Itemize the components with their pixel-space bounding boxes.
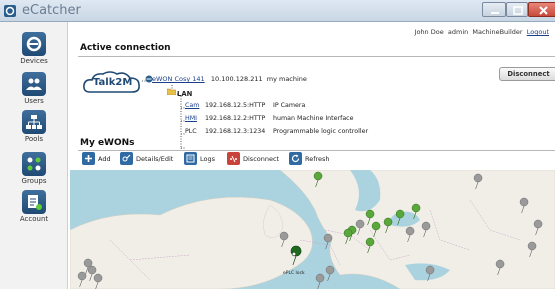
sidebar-item-pools[interactable]: Pools	[0, 110, 68, 143]
lan-label: LAN	[177, 90, 193, 98]
map-marker[interactable]	[313, 171, 323, 188]
user-name: John Doe	[414, 28, 444, 36]
map-marker[interactable]	[371, 221, 381, 238]
disconnect-button[interactable]: Disconnect	[499, 67, 555, 81]
details-icon	[120, 152, 133, 165]
device-name-link[interactable]: Cam	[185, 102, 199, 109]
talk2m-logo: Talk2M	[82, 70, 142, 96]
close-icon	[539, 6, 548, 15]
map-marker[interactable]	[93, 273, 103, 289]
sidebar-item-groups[interactable]: Groups	[0, 152, 68, 185]
map-marker[interactable]	[365, 237, 375, 254]
map-marker[interactable]	[323, 233, 333, 250]
refresh-icon	[289, 152, 302, 165]
device-description: IP Camera	[273, 102, 306, 109]
map-marker[interactable]	[77, 271, 87, 288]
minimize-icon	[491, 12, 499, 14]
map-marker[interactable]	[405, 226, 415, 243]
logs-button[interactable]: Logs	[184, 152, 215, 165]
sidebar-item-devices[interactable]: Devices	[0, 32, 68, 65]
details-edit-button[interactable]: Details/Edit	[120, 152, 173, 165]
selected-marker	[290, 245, 302, 266]
map-marker[interactable]	[533, 219, 543, 236]
minimize-button[interactable]	[482, 2, 506, 17]
map-marker[interactable]	[365, 209, 375, 226]
ewon-entry: eWON Cosy 141 10.100.128.211 my machine	[145, 75, 307, 83]
ewon-ip: 10.100.128.211	[210, 75, 263, 83]
device-address: 192.168.12.2:HTTP	[205, 115, 266, 122]
disconnect-toolbar-label: Disconnect	[243, 154, 280, 163]
ewon-name-link[interactable]: eWON Cosy 141	[152, 75, 205, 83]
ewon-icon	[145, 75, 153, 83]
ewon-map[interactable]: ePLC lock	[70, 170, 555, 289]
device-name: PLC	[185, 128, 197, 135]
maximize-icon	[513, 6, 523, 15]
refresh-button[interactable]: Refresh	[289, 152, 330, 165]
map-markers	[77, 171, 543, 289]
sidebar-item-label: Devices	[20, 57, 48, 65]
details-edit-label: Details/Edit	[136, 154, 174, 163]
my-ewons-title: My eWONs	[80, 138, 135, 148]
device-description: human Machine Interface	[273, 115, 354, 122]
device-description: Programmable logic controller	[273, 128, 369, 135]
window-title: eCatcher	[22, 3, 81, 18]
add-button[interactable]: Add	[82, 152, 111, 165]
sidebar: Devices Users Pools Groups Account	[0, 22, 68, 289]
divider	[78, 150, 555, 151]
pools-icon	[22, 110, 46, 134]
users-icon	[22, 72, 46, 96]
map-marker[interactable]	[495, 259, 505, 276]
map-marker[interactable]	[355, 219, 365, 236]
logout-link[interactable]: Logout	[527, 28, 549, 36]
map-marker[interactable]	[421, 221, 431, 238]
device-address: 192.168.12.3:1234	[205, 128, 266, 135]
title-bar: eCatcher	[0, 0, 555, 22]
sidebar-item-label: Groups	[21, 177, 47, 185]
divider	[78, 56, 555, 57]
devices-icon	[22, 32, 46, 56]
sidebar-item-label: Pools	[24, 135, 44, 143]
selected-marker-label: ePLC lock	[283, 271, 305, 276]
map-marker[interactable]	[383, 217, 393, 234]
active-connection-title: Active connection	[80, 43, 171, 53]
map-marker[interactable]	[343, 228, 353, 245]
main-panel: John Doe admin MachineBuilder Logout Act…	[70, 22, 555, 289]
logs-label: Logs	[200, 154, 215, 163]
talk2m-label: Talk2M	[93, 77, 133, 88]
sidebar-item-label: Account	[19, 215, 49, 223]
maximize-button[interactable]	[506, 2, 528, 17]
map-marker[interactable]	[411, 203, 421, 220]
connection-lines	[142, 80, 185, 149]
disconnect-icon	[227, 152, 240, 165]
map-marker[interactable]	[527, 241, 537, 258]
sidebar-item-label: Users	[24, 97, 44, 105]
account-icon	[22, 190, 46, 214]
map-marker[interactable]	[395, 209, 405, 226]
groups-icon	[22, 152, 46, 176]
map-marker[interactable]	[519, 197, 529, 214]
device-name-link[interactable]: HMI	[185, 115, 197, 122]
ewon-description: my machine	[266, 75, 307, 83]
map-marker[interactable]	[325, 265, 335, 282]
map-marker[interactable]	[473, 173, 483, 190]
app-logo-icon	[4, 5, 16, 17]
lan-folder-icon	[167, 88, 176, 95]
sidebar-item-users[interactable]: Users	[0, 72, 68, 105]
sidebar-item-account[interactable]: Account	[0, 190, 68, 223]
map-marker[interactable]	[279, 231, 289, 248]
refresh-label: Refresh	[305, 154, 330, 163]
close-button[interactable]	[528, 2, 555, 17]
plus-icon	[82, 152, 95, 165]
account-name: MachineBuilder	[472, 28, 523, 36]
logs-icon	[184, 152, 197, 165]
device-address: 192.168.12.5:HTTP	[205, 102, 266, 109]
disconnect-toolbar-button[interactable]: Disconnect	[227, 152, 279, 165]
user-role: admin	[447, 28, 469, 36]
add-label: Add	[98, 154, 111, 163]
map-marker[interactable]	[315, 273, 325, 289]
user-bar: John Doe admin MachineBuilder Logout	[415, 28, 549, 36]
map-marker[interactable]	[425, 265, 435, 282]
